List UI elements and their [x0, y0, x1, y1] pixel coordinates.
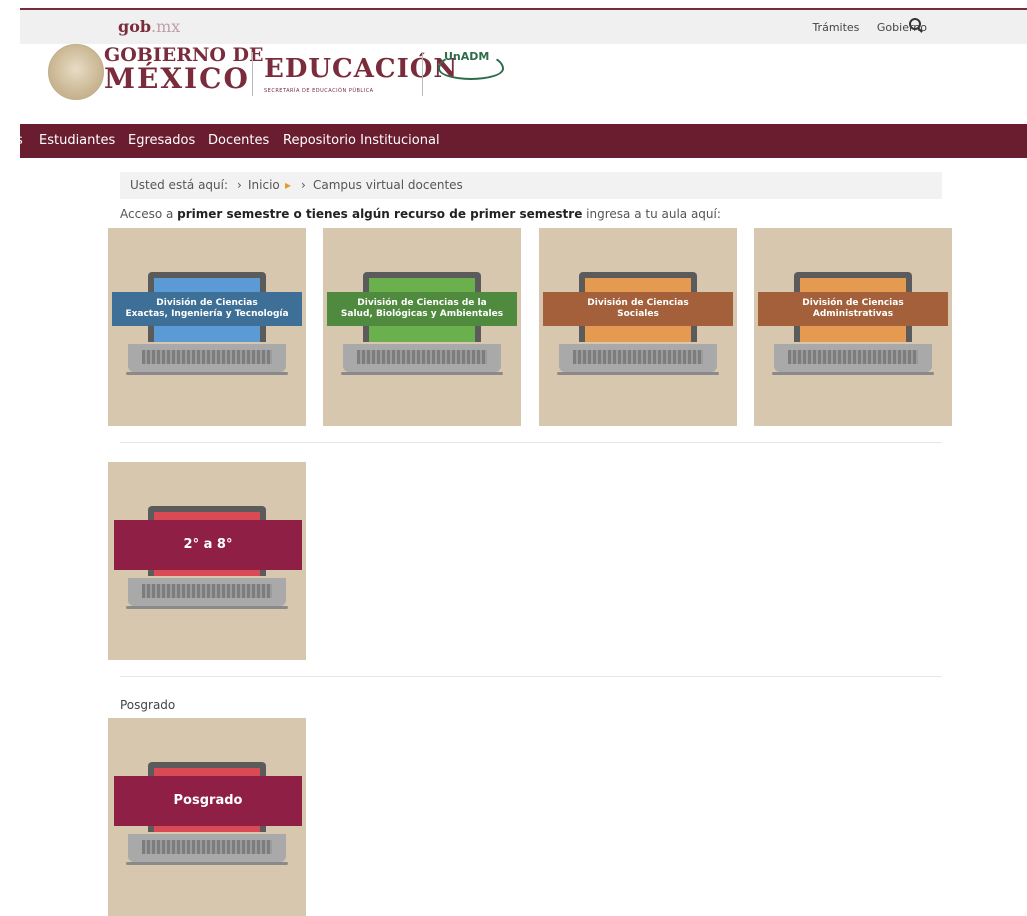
division-title-line2: Exactas, Ingeniería y Tecnología — [125, 309, 289, 319]
division-title-line2: Administrativas — [812, 309, 894, 319]
acceso-text-part2: ingresa a tu aula aquí: — [582, 207, 721, 221]
gobierno-de-mexico-logo[interactable]: GOBIERNO DE MÉXICO — [104, 46, 264, 93]
acceso-text-part1: Acceso a — [120, 207, 178, 221]
breadcrumb-prefix: Usted está aquí: — [130, 178, 229, 192]
laptop-edge — [126, 606, 288, 609]
nav-item-egresados[interactable]: Egresados — [128, 133, 195, 148]
caret-icon: ▸ — [285, 178, 292, 192]
laptop-keyboard — [128, 834, 286, 862]
section-divider — [120, 676, 942, 677]
semestres-band: 2° a 8° — [114, 520, 302, 570]
posgrado-label: Posgrado — [173, 793, 243, 809]
posgrado-card[interactable]: Posgrado — [108, 718, 306, 916]
division-card-exactas[interactable]: División de Ciencias Exactas, Ingeniería … — [108, 228, 306, 426]
division-title-line1: División de Ciencias de la — [357, 298, 487, 309]
laptop-edge — [341, 372, 503, 375]
nav-item-repositorio[interactable]: Repositorio Institucional — [283, 133, 440, 148]
nav-item-truncated[interactable]: s — [16, 133, 23, 148]
gobmx-brand: gob — [118, 17, 152, 36]
division-title-line1: División de Ciencias — [802, 298, 904, 309]
laptop-keyboard — [559, 344, 717, 372]
top-nav: Trámites Gobierno — [798, 21, 927, 34]
division-band: División de Ciencias Sociales — [543, 292, 733, 326]
unadm-logo[interactable]: UnADM — [444, 50, 489, 63]
division-card-sociales[interactable]: División de Ciencias Sociales — [539, 228, 737, 426]
nav-item-estudiantes[interactable]: Estudiantes — [39, 133, 115, 148]
logo-divider — [252, 52, 253, 96]
educacion-subtitle: SECRETARÍA DE EDUCACIÓN PÚBLICA — [264, 88, 374, 94]
header-logos: GOBIERNO DE MÉXICO EDUCACIÓN SECRETARÍA … — [30, 44, 630, 114]
division-card-salud[interactable]: División de Ciencias de la Salud, Biológi… — [323, 228, 521, 426]
breadcrumb: Usted está aquí: › Inicio ▸ › Campus vir… — [120, 172, 942, 199]
nav-item-docentes[interactable]: Docentes — [208, 133, 269, 148]
laptop-edge — [557, 372, 719, 375]
chevron-right-icon: › — [237, 178, 242, 192]
division-title-line2: Sociales — [617, 309, 659, 319]
section-divider — [120, 442, 942, 443]
gobmx-suffix: .mx — [151, 17, 181, 36]
tramites-link[interactable]: Trámites — [812, 21, 859, 34]
chevron-right-icon: › — [301, 178, 306, 192]
semestres-card[interactable]: 2° a 8° — [108, 462, 306, 660]
division-card-administrativas[interactable]: División de Ciencias Administrativas — [754, 228, 952, 426]
laptop-keyboard — [128, 578, 286, 606]
posgrado-band: Posgrado — [114, 776, 302, 826]
logo-divider — [422, 52, 423, 96]
acceso-text-bold: primer semestre o tienes algún recurso d… — [177, 207, 583, 221]
gobierno-line2: MÉXICO — [104, 62, 250, 95]
top-bar: gob.mx Trámites Gobierno — [20, 8, 1027, 44]
division-title-line1: División de Ciencias — [587, 298, 689, 309]
laptop-keyboard — [343, 344, 501, 372]
laptop-keyboard — [128, 344, 286, 372]
breadcrumb-current: Campus virtual docentes — [313, 178, 463, 192]
acceso-text: Acceso a primer semestre o tienes algún … — [120, 207, 721, 221]
laptop-edge — [126, 862, 288, 865]
division-title-line1: División de Ciencias — [156, 298, 258, 309]
division-title-line2: Salud, Biológicas y Ambientales — [340, 309, 504, 319]
laptop-edge — [126, 372, 288, 375]
division-band: División de Ciencias de la Salud, Biológi… — [327, 292, 517, 326]
division-band: División de Ciencias Exactas, Ingeniería … — [112, 292, 302, 326]
division-band: División de Ciencias Administrativas — [758, 292, 948, 326]
breadcrumb-inicio[interactable]: Inicio — [248, 178, 280, 192]
educacion-logo[interactable]: EDUCACIÓN — [264, 56, 458, 82]
posgrado-section-title: Posgrado — [120, 698, 176, 712]
gobmx-link[interactable]: gob.mx — [118, 17, 180, 36]
laptop-edge — [772, 372, 934, 375]
mexico-seal-icon — [48, 44, 104, 100]
laptop-keyboard — [774, 344, 932, 372]
search-icon[interactable] — [909, 18, 921, 30]
semestres-label: 2° a 8° — [183, 537, 233, 553]
main-nav: s Estudiantes Egresados Docentes Reposit… — [16, 124, 1027, 158]
